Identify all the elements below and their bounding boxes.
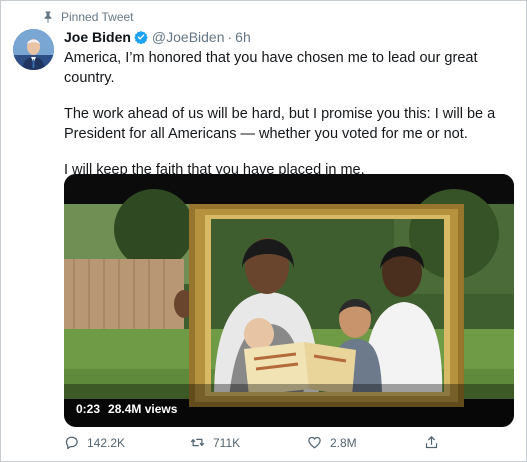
- share-icon: [425, 436, 438, 449]
- video-view-count: 28.4M views: [108, 402, 178, 416]
- tweet-content: Joe Biden @JoeBiden · 6h America, I’m ho…: [64, 28, 514, 180]
- reply-count: 142.2K: [87, 435, 126, 450]
- share-button[interactable]: [424, 435, 439, 450]
- tweet-actions: 142.2K 711K 2.8M: [64, 435, 514, 457]
- pin-icon: [44, 11, 52, 23]
- video-frame-image: [64, 174, 514, 427]
- handle[interactable]: @JoeBiden: [152, 28, 225, 46]
- video-duration: 0:23: [76, 402, 101, 416]
- video-stats: 0:23 28.4M views: [76, 402, 177, 416]
- pinned-indicator: Pinned Tweet: [43, 10, 134, 24]
- avatar[interactable]: [13, 29, 54, 70]
- separator-dot: ·: [227, 29, 233, 45]
- display-name[interactable]: Joe Biden: [64, 28, 131, 46]
- avatar-image: [13, 29, 54, 70]
- retweet-icon: [190, 438, 205, 447]
- video-player[interactable]: 0:23 28.4M views: [64, 174, 514, 427]
- retweet-button[interactable]: 711K: [190, 435, 240, 450]
- tweet-text: America, I’m honored that you have chose…: [64, 48, 514, 180]
- tweet-header: Joe Biden @JoeBiden · 6h: [64, 28, 514, 46]
- heart-icon: [308, 436, 321, 449]
- tweet-paragraph: America, I’m honored that you have chose…: [64, 50, 478, 86]
- reply-icon: [65, 436, 78, 450]
- tweet-card[interactable]: Pinned Tweet Joe Biden @JoeBiden · 6h Am…: [0, 0, 527, 462]
- retweet-count: 711K: [213, 435, 241, 450]
- tweet-paragraph: The work ahead of us will be hard, but I…: [64, 106, 496, 142]
- timestamp[interactable]: 6h: [235, 28, 251, 46]
- like-count: 2.8M: [330, 435, 357, 450]
- reply-button[interactable]: 142.2K: [64, 435, 125, 450]
- like-button[interactable]: 2.8M: [307, 435, 357, 450]
- verified-badge-icon: [134, 30, 148, 44]
- pinned-label: Pinned Tweet: [61, 10, 134, 24]
